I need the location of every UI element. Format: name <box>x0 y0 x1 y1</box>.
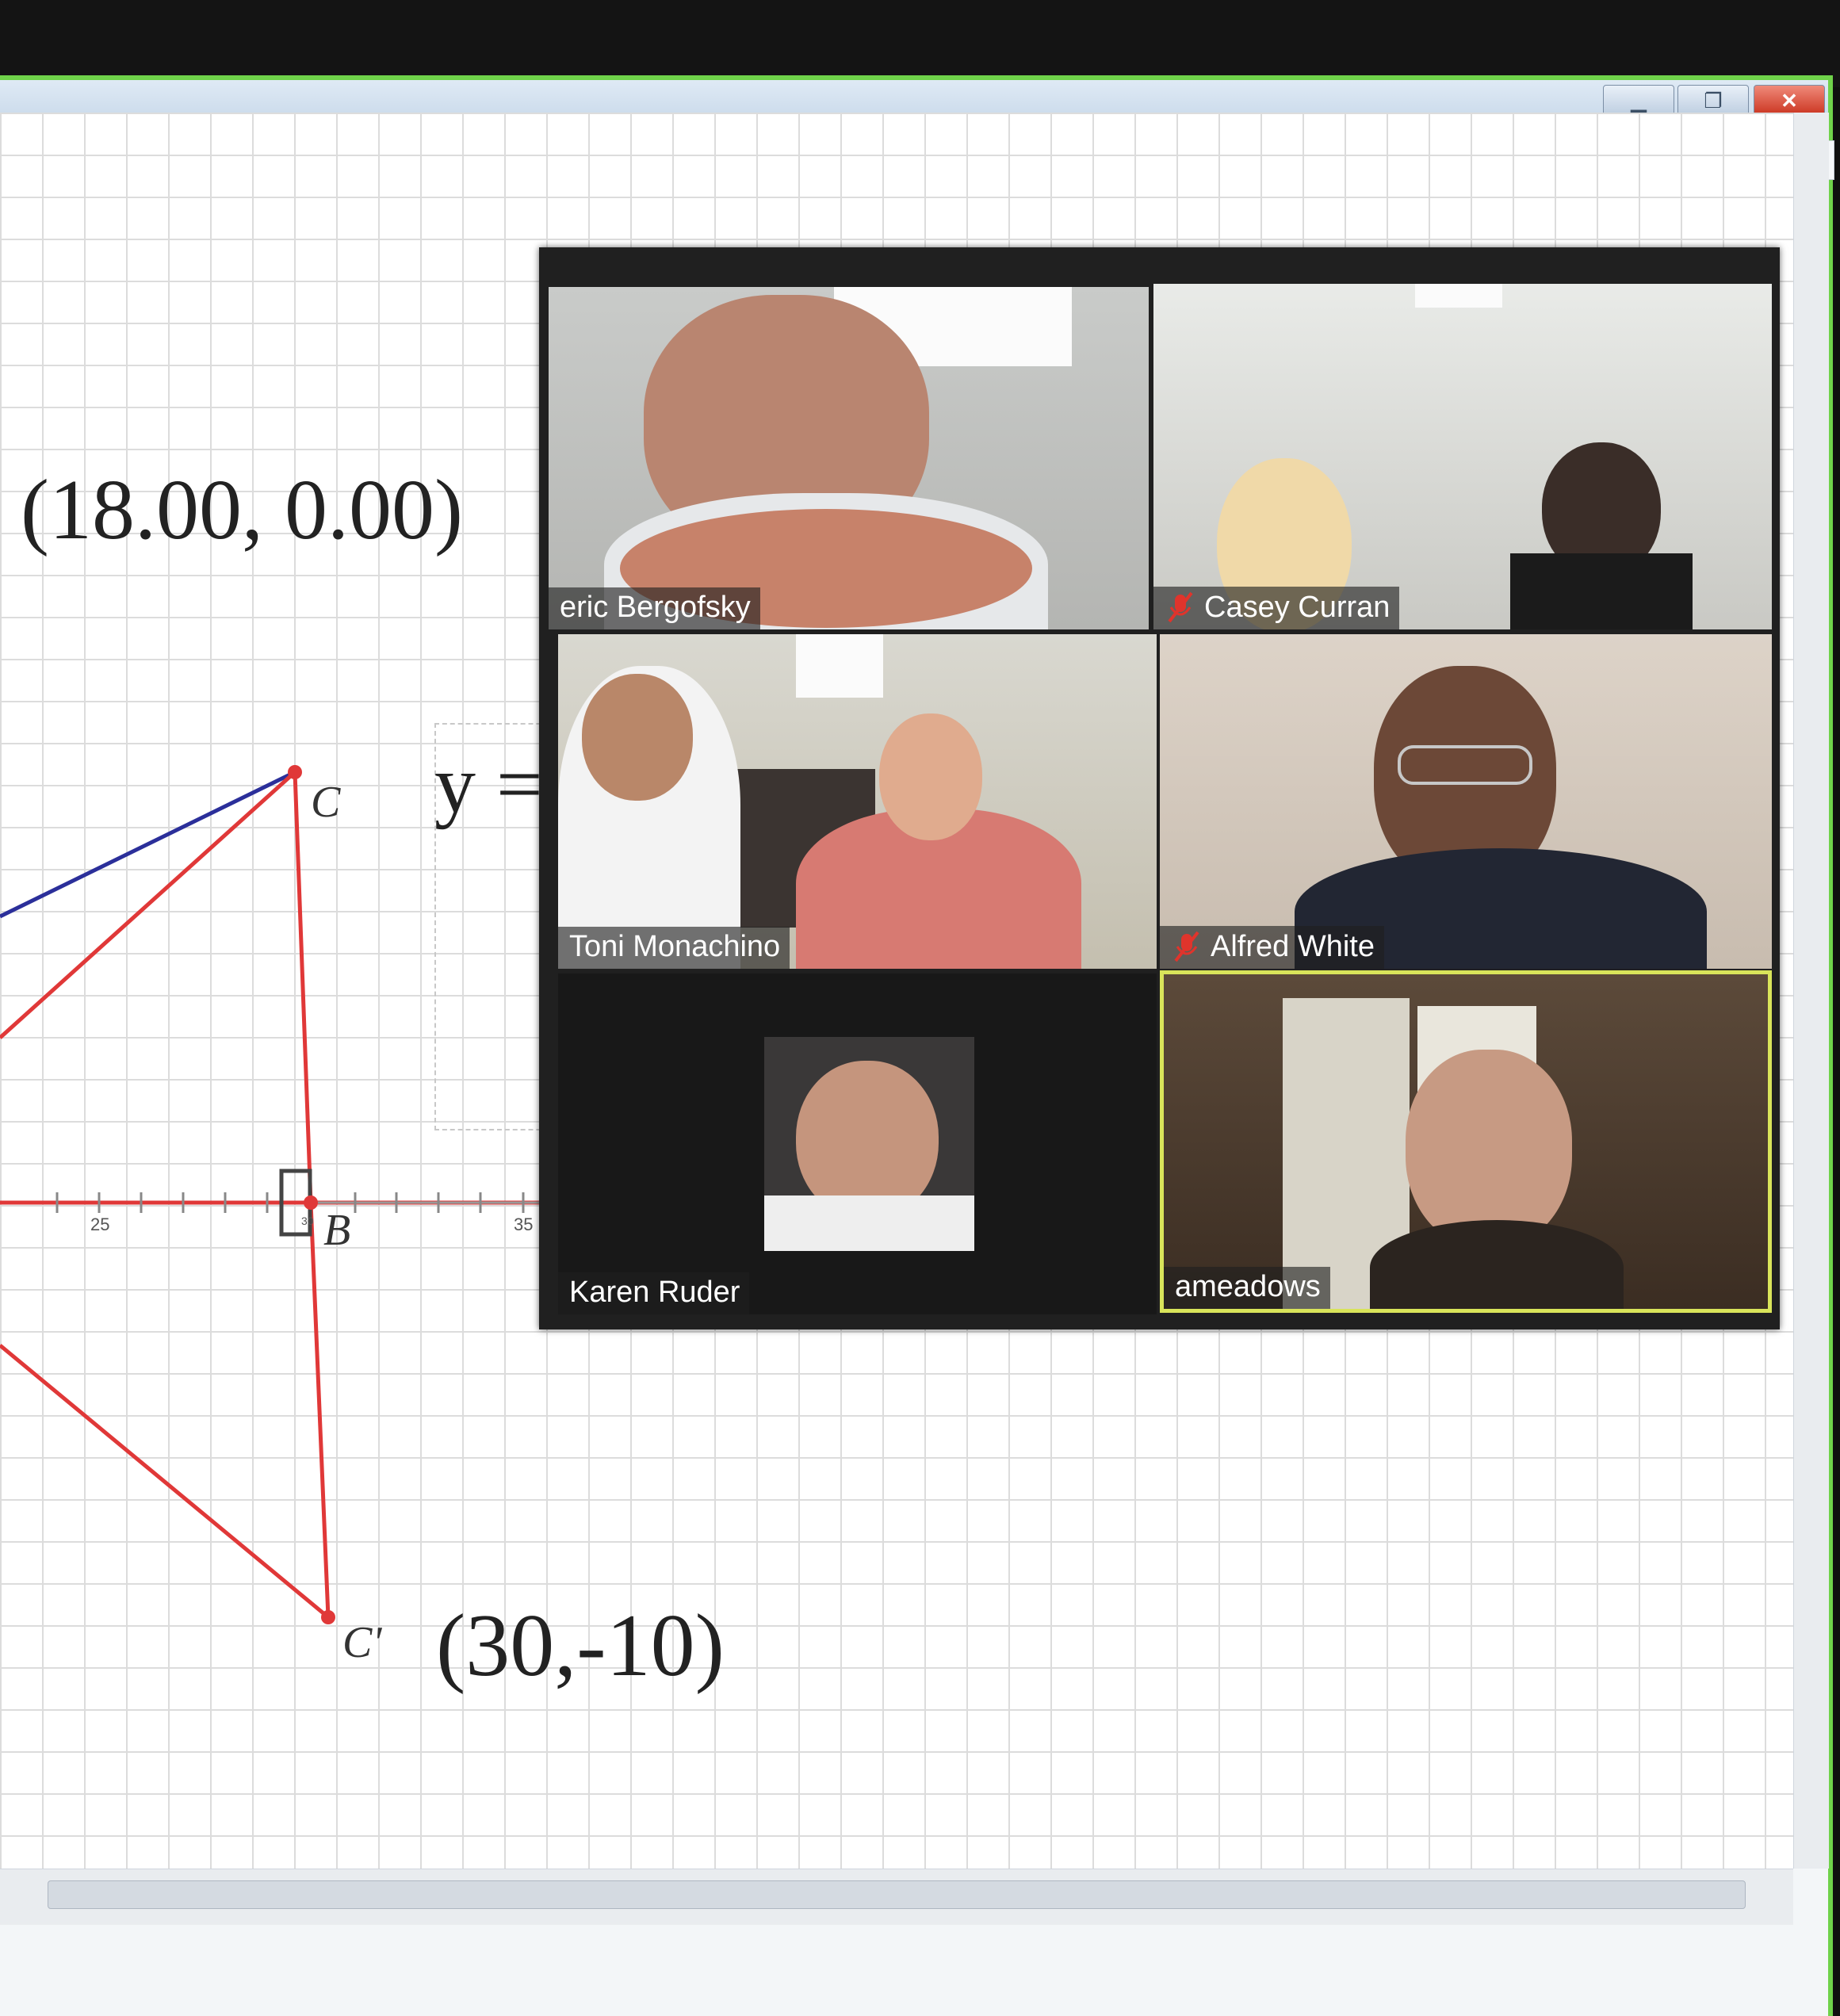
zoom-gallery-window[interactable]: eric Bergofsky Casey Curran Toni Monachi… <box>539 247 1780 1329</box>
participant-name: eric Bergofsky <box>560 591 751 624</box>
ceiling-light <box>796 634 883 698</box>
participant-face <box>1406 1050 1572 1248</box>
line-blue <box>0 770 296 919</box>
minimize-button[interactable]: ▁ <box>1603 85 1674 117</box>
segment-bc-prime <box>308 1202 331 1618</box>
point-c-prime-coordinates: (30,-10) <box>436 1597 725 1695</box>
point-c-coordinates: (18.00, 0.00) <box>21 463 463 557</box>
horizontal-scroll-thumb[interactable] <box>48 1880 1746 1909</box>
glasses <box>1398 745 1532 785</box>
participant-video <box>764 1037 974 1251</box>
participant-tile-toni-monachino[interactable]: Toni Monachino <box>558 634 1157 969</box>
tick-label-35: 35 <box>514 1215 534 1234</box>
participant-name: ameadows <box>1175 1270 1321 1303</box>
ceiling-light <box>1415 284 1502 308</box>
horizontal-scrollbar[interactable] <box>0 1869 1793 1925</box>
point-c[interactable] <box>288 765 302 779</box>
participant-name: Toni Monachino <box>569 930 781 963</box>
equation-prefix: y = <box>434 739 543 830</box>
name-tag: ameadows <box>1164 1267 1330 1309</box>
vertical-scrollbar[interactable] <box>1793 113 1829 1869</box>
name-tag: Alfred White <box>1160 926 1384 969</box>
monitor-bezel <box>0 0 1840 87</box>
microphone-muted-icon <box>1174 931 1199 962</box>
participant-name: Casey Curran <box>1204 590 1391 624</box>
participant-tile-karen-ruder[interactable]: Karen Ruder <box>558 974 1157 1314</box>
segment-cb <box>293 771 313 1203</box>
line-red-ac <box>0 771 296 1039</box>
participant-tile-ameadows[interactable]: ameadows <box>1160 970 1772 1313</box>
tick-label-25: 25 <box>90 1215 110 1234</box>
participant-tile-eric-bergofsky[interactable]: eric Bergofsky <box>549 287 1149 629</box>
label-c-prime: C' <box>342 1618 382 1667</box>
name-tag: Toni Monachino <box>558 927 790 969</box>
tick-label-30: 30 <box>301 1215 314 1227</box>
participant-video <box>1370 1220 1624 1309</box>
label-c: C <box>311 778 341 827</box>
participant-name: Alfred White <box>1211 929 1375 963</box>
participant-tile-casey-curran[interactable]: Casey Curran <box>1153 284 1772 629</box>
close-button[interactable]: ✕ <box>1754 85 1825 117</box>
restore-icon: ❐ <box>1704 88 1723 113</box>
point-b[interactable] <box>304 1195 318 1210</box>
participant-name: Karen Ruder <box>569 1276 740 1309</box>
participant-tile-alfred-white[interactable]: Alfred White <box>1160 634 1772 969</box>
label-b: B <box>323 1206 351 1255</box>
monitor <box>1510 553 1693 629</box>
name-tag: Casey Curran <box>1153 587 1400 629</box>
participant-face <box>582 674 693 801</box>
name-tag: Karen Ruder <box>558 1272 750 1314</box>
minimize-icon: ▁ <box>1631 88 1647 113</box>
participant-face <box>879 713 982 840</box>
microphone-muted-icon <box>1168 591 1193 623</box>
line-red-ac-prime <box>0 1344 330 1619</box>
restore-button[interactable]: ❐ <box>1677 85 1749 117</box>
name-tag: eric Bergofsky <box>549 587 760 629</box>
point-c-prime[interactable] <box>321 1610 335 1624</box>
close-icon: ✕ <box>1781 88 1798 113</box>
